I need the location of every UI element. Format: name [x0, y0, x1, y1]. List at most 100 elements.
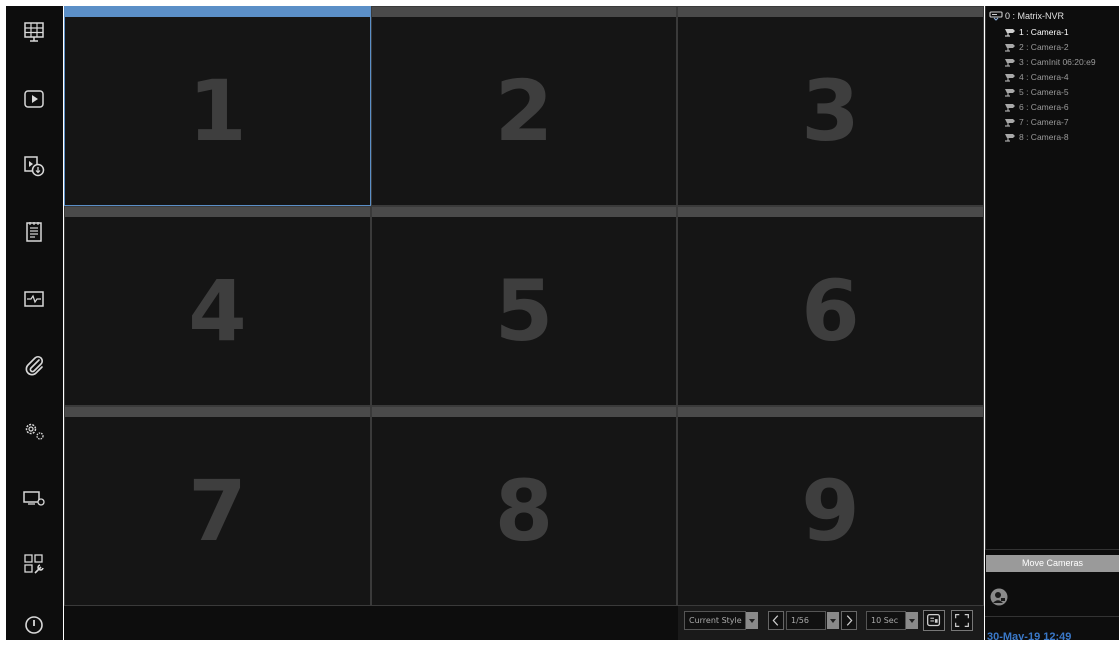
tree-root-nvr[interactable]: 0 : Matrix-NVR	[989, 10, 1064, 22]
camera-icon	[1005, 59, 1015, 67]
tile-number: 8	[494, 461, 554, 560]
tree-item-camera-1[interactable]: 1 : Camera-1	[1003, 26, 1069, 38]
tree-root-label: 0 : Matrix-NVR	[1005, 11, 1065, 21]
tree-item-camera-7[interactable]: 7 : Camera-7	[1003, 116, 1069, 128]
tree-item-camera-8[interactable]: 8 : Camera-8	[1003, 131, 1069, 143]
sequence-controls: Current Style 1/56 10 Sec	[678, 606, 984, 640]
system-health-icon	[24, 291, 44, 307]
tree-item-label: 6 : Camera-6	[1019, 102, 1069, 112]
camera-icon	[1005, 119, 1015, 127]
camera-icon	[1005, 44, 1015, 52]
next-page-button[interactable]	[841, 611, 857, 630]
tile-title-bar	[65, 207, 370, 217]
playback-icon	[24, 90, 44, 108]
layout-tools-icon	[24, 554, 44, 574]
video-tile-9[interactable]: 9	[677, 406, 984, 606]
tile-number: 9	[801, 461, 860, 560]
video-download-button[interactable]	[20, 152, 48, 180]
datetime-display: 30-May-19 12:49	[987, 631, 1072, 640]
tile-title-bar	[65, 407, 370, 417]
video-tile-3[interactable]: 3	[677, 6, 984, 206]
tree-item-label: 5 : Camera-5	[1019, 87, 1069, 97]
status-area: 30-May-19 12:49	[985, 616, 1119, 640]
tile-title-bar	[65, 7, 370, 17]
tile-number: 6	[801, 261, 860, 360]
video-tile-4[interactable]: 4	[64, 206, 371, 406]
attachment-button[interactable]	[20, 351, 48, 379]
event-log-icon	[26, 222, 42, 242]
power-icon	[25, 616, 43, 634]
tile-number: 2	[494, 61, 554, 160]
interval-dropdown-arrow-icon[interactable]	[906, 612, 918, 629]
tree-item-label: 7 : Camera-7	[1019, 117, 1069, 127]
move-cameras-button[interactable]: Move Cameras	[986, 555, 1119, 572]
chevron-right-icon	[846, 615, 853, 626]
tile-title-bar	[372, 7, 676, 17]
tree-item-label: 8 : Camera-8	[1019, 132, 1069, 142]
power-button[interactable]	[20, 611, 48, 639]
video-tile-1[interactable]: 1	[64, 6, 371, 206]
tile-number: 1	[188, 61, 247, 160]
display-settings-icon	[23, 491, 45, 506]
camera-icon	[1005, 29, 1015, 37]
tile-number: 3	[801, 61, 860, 160]
video-tile-5[interactable]: 5	[371, 206, 677, 406]
tree-item-label: 1 : Camera-1	[1019, 27, 1069, 37]
event-log-button[interactable]	[20, 218, 48, 246]
tree-item-camera-3[interactable]: 3 : CamInit 06:20:e9	[1003, 56, 1096, 68]
page-dropdown-arrow-icon[interactable]	[827, 612, 839, 629]
fullscreen-button[interactable]	[951, 610, 973, 631]
prev-page-button[interactable]	[768, 611, 784, 630]
camera-icon	[1005, 104, 1015, 112]
camera-icon	[1005, 74, 1015, 82]
bottom-toolbar: Current Style 1/56 10 Sec	[64, 606, 984, 640]
display-settings-button[interactable]	[20, 484, 48, 512]
style-select[interactable]: Current Style	[684, 611, 746, 630]
system-health-button[interactable]	[20, 285, 48, 313]
tree-item-label: 3 : CamInit 06:20:e9	[1019, 57, 1096, 67]
tree-item-camera-5[interactable]: 5 : Camera-5	[1003, 86, 1069, 98]
video-tile-8[interactable]: 8	[371, 406, 677, 606]
video-tile-7[interactable]: 7	[64, 406, 371, 606]
video-download-icon	[24, 156, 45, 177]
user-icon	[990, 588, 1008, 606]
attachment-icon	[25, 355, 44, 376]
device-tree: 0 : Matrix-NVR 1 : Camera-1 2 : Camera-2	[985, 6, 1119, 550]
page-indicator[interactable]: 1/56	[786, 611, 826, 630]
nvr-client-window: 1 2 3 4 5 6 7 8 9 Current Style 1/56 10 …	[0, 0, 1119, 646]
tree-item-label: 4 : Camera-4	[1019, 72, 1069, 82]
style-dropdown-arrow-icon[interactable]	[746, 612, 758, 629]
fullscreen-icon	[955, 614, 969, 627]
camera-icon	[1005, 89, 1015, 97]
tile-title-bar	[678, 7, 983, 17]
tile-number: 4	[188, 261, 247, 360]
nvr-device-icon	[989, 11, 1003, 21]
right-panel: 0 : Matrix-NVR 1 : Camera-1 2 : Camera-2	[985, 6, 1119, 640]
video-tile-2[interactable]: 2	[371, 6, 677, 206]
tree-item-camera-6[interactable]: 6 : Camera-6	[1003, 101, 1069, 113]
tile-title-bar	[678, 207, 983, 217]
settings-gears-icon	[25, 423, 44, 440]
chevron-left-icon	[772, 615, 779, 626]
tile-title-bar	[678, 407, 983, 417]
tile-title-bar	[372, 207, 676, 217]
video-tile-6[interactable]: 6	[677, 206, 984, 406]
layout-tools-button[interactable]	[20, 550, 48, 578]
video-grid: 1 2 3 4 5 6 7 8 9	[64, 6, 984, 606]
tree-item-camera-4[interactable]: 4 : Camera-4	[1003, 71, 1069, 83]
interval-select[interactable]: 10 Sec	[866, 611, 906, 630]
tile-number: 5	[494, 261, 554, 360]
tree-item-camera-2[interactable]: 2 : Camera-2	[1003, 41, 1069, 53]
sequence-mode-button[interactable]	[923, 610, 945, 631]
camera-icon	[1005, 134, 1015, 142]
live-view-grid-icon	[24, 22, 44, 42]
playback-button[interactable]	[20, 85, 48, 113]
live-view-grid-button[interactable]	[20, 18, 48, 46]
tile-title-bar	[372, 407, 676, 417]
sequence-layout-icon	[927, 613, 941, 627]
user-button[interactable]	[990, 588, 1008, 606]
left-sidebar	[6, 6, 63, 640]
settings-button[interactable]	[20, 417, 48, 445]
tree-item-label: 2 : Camera-2	[1019, 42, 1069, 52]
tile-number: 7	[188, 461, 247, 560]
